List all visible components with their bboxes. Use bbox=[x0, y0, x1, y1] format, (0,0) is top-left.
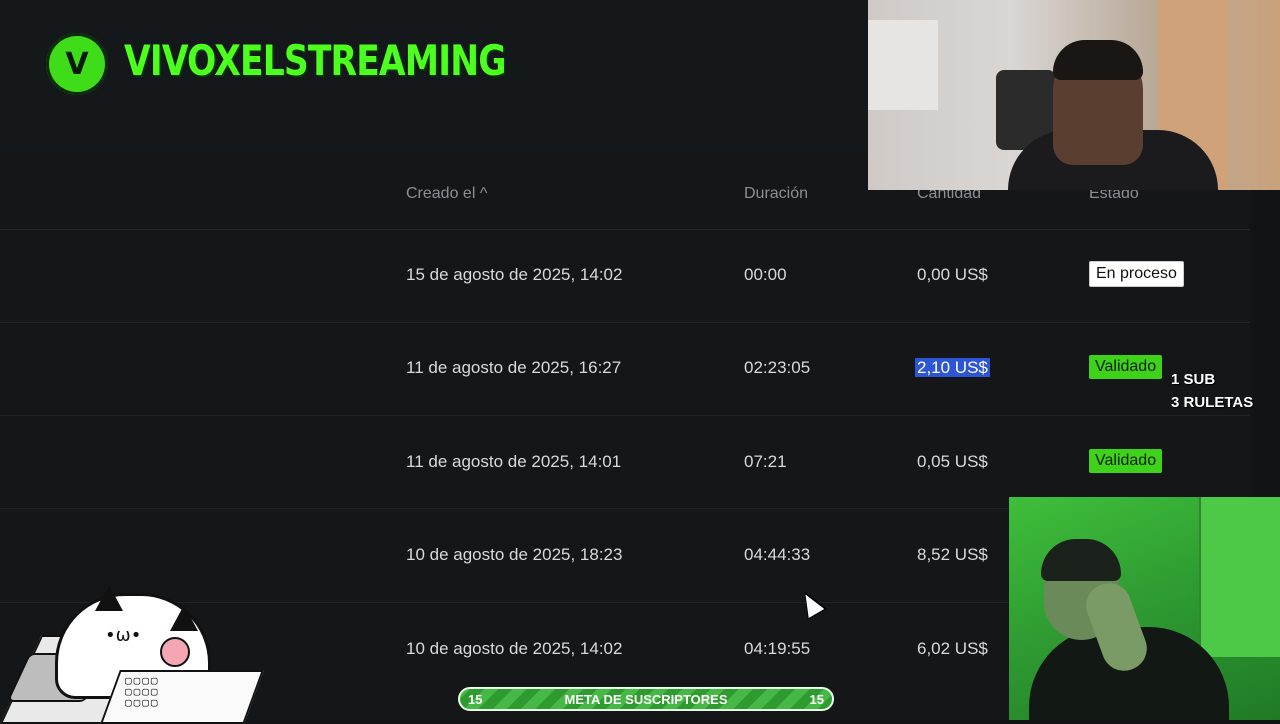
row-created: 11 de agosto de 2025, 14:01 bbox=[406, 452, 622, 471]
row-created: 15 de agosto de 2025, 14:02 bbox=[406, 265, 623, 284]
cat-keyboard-keys: ▢▢▢▢ ▢▢▢▢ ▢▢▢▢ bbox=[125, 674, 160, 709]
row-duration: 02:23:05 bbox=[744, 358, 811, 377]
bongo-cat-overlay: •ω• ▢▢▢▢ ▢▢▢▢ ▢▢▢▢ bbox=[0, 585, 264, 724]
row-duration: 04:44:33 bbox=[744, 545, 811, 564]
row-amount: 8,52 US$ bbox=[917, 545, 988, 564]
subscriber-goal-bar: 15 META DE SUSCRIPTORES 15 bbox=[458, 687, 834, 711]
status-badge: Validado bbox=[1089, 449, 1163, 473]
row-created: 10 de agosto de 2025, 14:02 bbox=[406, 639, 623, 658]
row-duration: 04:19:55 bbox=[744, 639, 811, 658]
row-divider bbox=[0, 415, 1250, 416]
column-header-duration[interactable]: Duración bbox=[744, 185, 808, 203]
row-created: 10 de agosto de 2025, 18:23 bbox=[406, 545, 623, 564]
webcam-feed-main bbox=[868, 0, 1280, 190]
sub-note-line: 3 RULETAS bbox=[1171, 394, 1254, 411]
webcam-feed-secondary bbox=[1009, 497, 1280, 720]
goal-label: META DE SUSCRIPTORES bbox=[564, 692, 728, 707]
cat-paw-icon bbox=[160, 637, 190, 667]
sub-roulette-note: 1 SUB 3 RULETAS bbox=[1171, 368, 1253, 414]
row-amount: 0,05 US$ bbox=[917, 452, 988, 471]
row-duration: 07:21 bbox=[744, 452, 787, 471]
status-badge: En proceso bbox=[1089, 261, 1184, 287]
sub-note-line: 1 SUB bbox=[1171, 371, 1216, 388]
channel-name: VIVOXELSTREAMING bbox=[124, 36, 506, 85]
column-header-created[interactable]: Creado el ^ bbox=[406, 185, 487, 203]
row-duration: 00:00 bbox=[744, 265, 787, 284]
cat-ear-icon bbox=[170, 605, 198, 631]
status-badge: Validado bbox=[1089, 355, 1163, 379]
row-divider bbox=[0, 322, 1250, 323]
channel-logo: V bbox=[46, 33, 108, 95]
goal-target-count: 15 bbox=[809, 692, 824, 707]
row-created: 11 de agosto de 2025, 16:27 bbox=[406, 358, 622, 377]
row-amount: 6,02 US$ bbox=[917, 639, 988, 658]
logo-icon: V bbox=[65, 46, 89, 82]
webcam-shelf bbox=[868, 20, 938, 110]
row-amount-selected[interactable]: 2,10 US$ bbox=[915, 358, 990, 377]
streamer-hair bbox=[1053, 40, 1143, 80]
header-divider bbox=[0, 229, 1250, 230]
cat-face: •ω• bbox=[105, 625, 142, 646]
row-amount: 0,00 US$ bbox=[917, 265, 988, 284]
cat-ear-icon bbox=[95, 585, 123, 611]
guest-beanie bbox=[1041, 539, 1121, 581]
webcam-cabinet bbox=[1199, 497, 1280, 657]
